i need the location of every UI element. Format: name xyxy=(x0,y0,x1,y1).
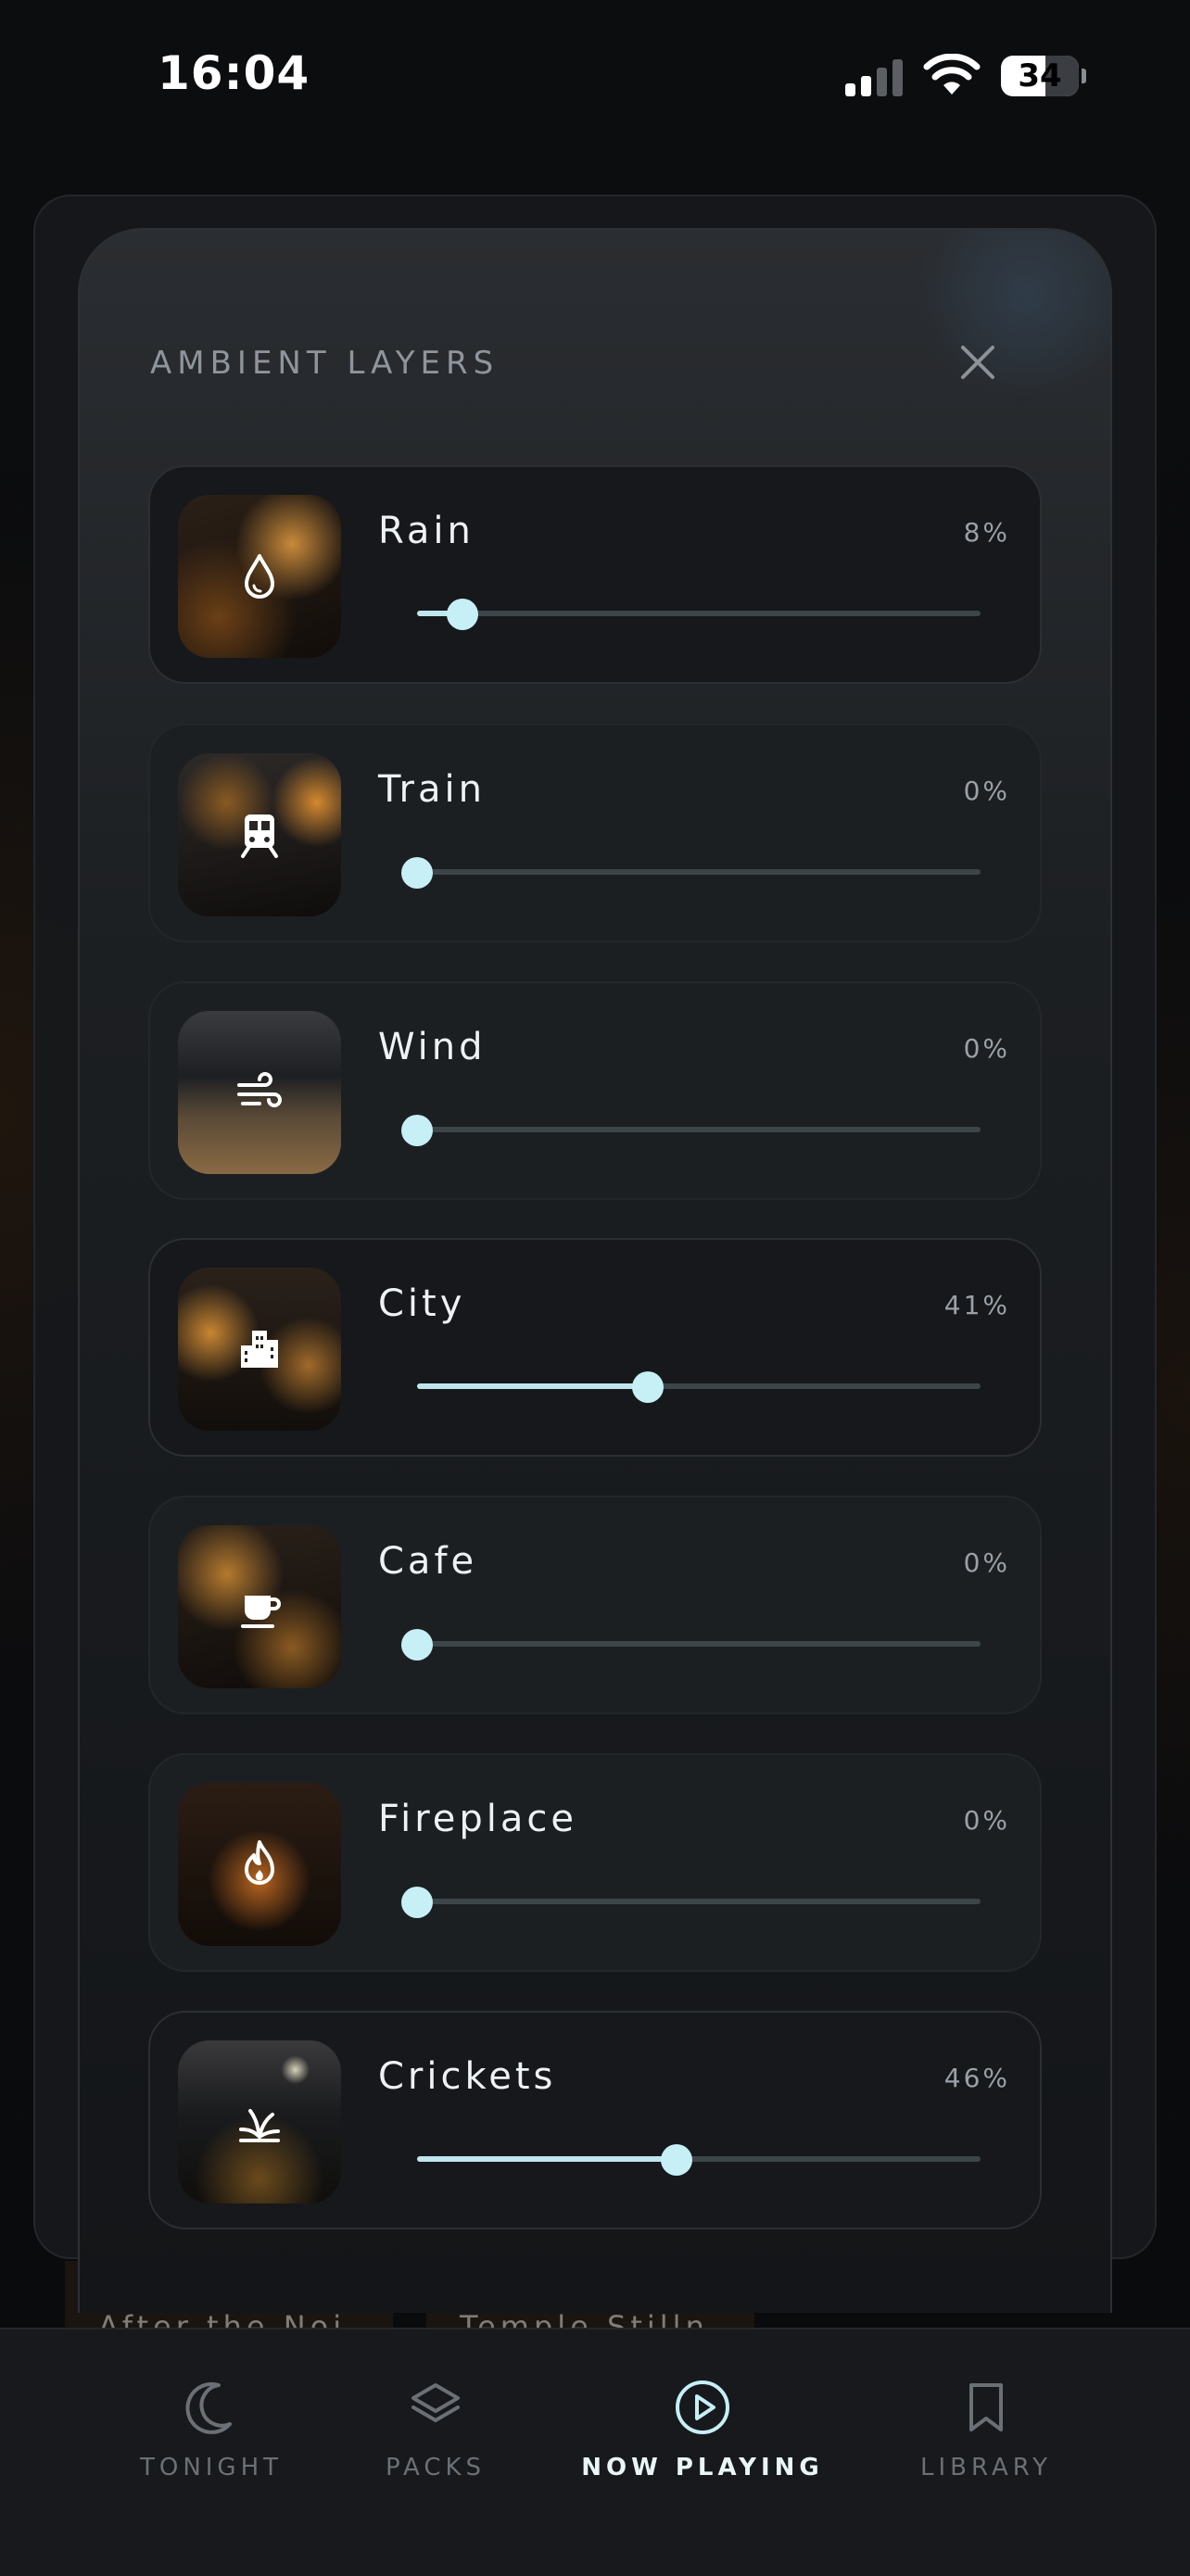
layer-card-city: City 41% xyxy=(148,1238,1042,1457)
moon-icon xyxy=(185,2381,232,2434)
layer-percent: 0% xyxy=(963,1033,1010,1064)
water-drop-icon xyxy=(245,554,274,599)
train-icon xyxy=(241,814,278,858)
slider-knob[interactable] xyxy=(632,1371,665,1403)
tab-label: NOW PLAYING xyxy=(581,2454,824,2481)
cafe-thumbnail xyxy=(178,1525,341,1688)
status-bar: 16:04 34 xyxy=(0,0,1190,148)
layer-card-fireplace: Fireplace 0% xyxy=(148,1753,1042,1972)
layer-name: Fireplace xyxy=(378,1798,578,1840)
layer-name: Wind xyxy=(378,1026,487,1068)
tab-now-playing[interactable]: NOW PLAYING xyxy=(575,2330,830,2515)
city-icon xyxy=(241,1331,278,1368)
layer-card-train: Train 0% xyxy=(148,724,1042,942)
tab-packs[interactable]: PACKS xyxy=(343,2330,528,2515)
layer-name: Crickets xyxy=(378,2055,557,2098)
slider-knob[interactable] xyxy=(401,857,433,889)
coffee-cup-icon xyxy=(241,1596,281,1628)
layer-card-rain: Rain 8% xyxy=(148,465,1042,684)
volume-slider-wind[interactable] xyxy=(401,1115,981,1146)
battery-indicator: 34 xyxy=(1001,56,1086,96)
tab-label: PACKS xyxy=(385,2454,487,2481)
slider-knob[interactable] xyxy=(660,2144,692,2176)
status-time: 16:04 xyxy=(158,46,310,100)
volume-slider-cafe[interactable] xyxy=(401,1629,981,1661)
layer-percent: 0% xyxy=(963,776,1010,806)
layer-name: Cafe xyxy=(378,1540,478,1583)
close-icon[interactable] xyxy=(955,339,1001,385)
sheet-title: AMBIENT LAYERS xyxy=(150,345,500,382)
tab-library[interactable]: LIBRARY xyxy=(893,2330,1079,2515)
play-circle-icon xyxy=(676,2380,729,2434)
layer-card-crickets: Crickets 46% xyxy=(148,2011,1042,2229)
layer-percent: 8% xyxy=(963,517,1010,548)
layer-percent: 41% xyxy=(943,1290,1010,1320)
cricket-grass-icon xyxy=(239,2109,280,2142)
wifi-icon xyxy=(923,54,981,95)
volume-slider-city[interactable] xyxy=(417,1371,981,1403)
layers-icon xyxy=(411,2383,460,2422)
bookmark-icon xyxy=(969,2383,1003,2431)
tab-label: TONIGHT xyxy=(139,2454,284,2481)
wind-thumbnail xyxy=(178,1011,341,1174)
volume-slider-rain[interactable] xyxy=(417,599,981,630)
layer-card-wind: Wind 0% xyxy=(148,981,1042,1200)
layer-percent: 0% xyxy=(963,1805,1010,1836)
crickets-thumbnail xyxy=(178,2040,341,2203)
layer-name: Rain xyxy=(378,510,475,552)
layer-card-cafe: Cafe 0% xyxy=(148,1496,1042,1714)
tab-label: LIBRARY xyxy=(919,2454,1053,2481)
rain-thumbnail xyxy=(178,495,341,658)
volume-slider-crickets[interactable] xyxy=(417,2144,981,2176)
layer-percent: 0% xyxy=(963,1547,1010,1578)
volume-slider-train[interactable] xyxy=(401,857,981,889)
fire-icon xyxy=(245,1840,274,1885)
layer-name: City xyxy=(378,1282,466,1325)
slider-knob[interactable] xyxy=(401,1887,433,1918)
volume-slider-fireplace[interactable] xyxy=(401,1887,981,1918)
layer-percent: 46% xyxy=(943,2063,1010,2093)
slider-knob[interactable] xyxy=(401,1629,433,1661)
train-thumbnail xyxy=(178,753,341,916)
slider-knob[interactable] xyxy=(446,599,478,630)
battery-percent: 34 xyxy=(1018,57,1062,95)
layer-name: Train xyxy=(378,768,486,811)
tab-bar: TONIGHT PACKS NOW PLAYING LIBRARY xyxy=(0,2328,1190,2576)
city-thumbnail xyxy=(178,1268,341,1431)
wind-icon xyxy=(237,1072,282,1107)
cellular-signal-icon xyxy=(845,59,903,96)
slider-knob[interactable] xyxy=(401,1115,433,1146)
fireplace-thumbnail xyxy=(178,1783,341,1946)
tab-tonight[interactable]: TONIGHT xyxy=(119,2330,304,2515)
